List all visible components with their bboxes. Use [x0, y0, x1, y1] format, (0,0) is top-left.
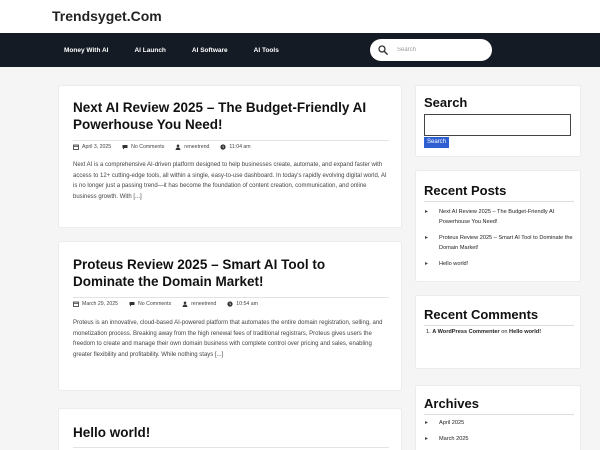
archive-link[interactable]: April 2025	[425, 418, 576, 428]
user-icon	[182, 301, 188, 307]
post-time: 10:54 am	[227, 301, 258, 307]
archives-list: April 2025 March 2025	[425, 418, 576, 450]
divider	[73, 297, 389, 298]
widget-title: Search	[424, 95, 468, 110]
comment-icon	[122, 145, 128, 150]
post-time: 11:04 am	[220, 144, 251, 150]
chevron-right-icon	[425, 434, 430, 444]
post-title[interactable]: Proteus Review 2025 – Smart AI Tool to D…	[73, 256, 373, 290]
user-icon	[175, 144, 181, 150]
archive-link[interactable]: March 2025	[425, 434, 576, 444]
chevron-right-icon	[425, 259, 430, 269]
sidebar-search-button[interactable]: Search	[424, 137, 450, 148]
post-title[interactable]: Next AI Review 2025 – The Budget-Friendl…	[73, 99, 391, 133]
chevron-right-icon	[425, 207, 430, 217]
divider	[424, 201, 574, 202]
post-meta: April 3, 2025 No Comments reneetrend 11:…	[73, 144, 262, 150]
header-search-input[interactable]	[397, 47, 487, 53]
divider	[424, 414, 574, 415]
recent-post-link[interactable]: Hello world!	[425, 259, 576, 269]
calendar-icon	[73, 144, 79, 150]
post-comments[interactable]: No Comments	[129, 301, 171, 307]
recent-comments-widget: Recent Comments 1. A WordPress Commenter…	[415, 295, 581, 369]
recent-post-link[interactable]: Next AI Review 2025 – The Budget-Friendl…	[425, 207, 576, 227]
nav-menu: Money With AI AI Launch AI Software AI T…	[64, 33, 305, 67]
recent-posts-list: Next AI Review 2025 – The Budget-Friendl…	[425, 207, 576, 275]
search-icon[interactable]	[378, 45, 388, 55]
post-title[interactable]: Hello world!	[73, 424, 373, 441]
recent-post-link[interactable]: Proteus Review 2025 – Smart AI Tool to D…	[425, 233, 576, 253]
post-date[interactable]: March 29, 2025	[73, 301, 118, 307]
divider	[73, 140, 389, 141]
nav-item-ai-tools[interactable]: AI Tools	[254, 47, 279, 54]
widget-title: Archives	[424, 396, 479, 411]
post-excerpt: Proteus is an innovative, cloud-based AI…	[73, 320, 383, 358]
site-header: Trendsyget.Com	[0, 0, 600, 33]
post-time-label: 11:04 am	[229, 144, 251, 150]
widget-title: Recent Posts	[424, 183, 507, 198]
header-search-box[interactable]	[370, 39, 492, 61]
nav-item-money-with-ai[interactable]: Money With AI	[64, 47, 108, 54]
post-card: Hello world!	[58, 408, 402, 450]
post-date-label: April 3, 2025	[82, 144, 112, 150]
nav-item-ai-launch[interactable]: AI Launch	[134, 47, 165, 54]
chevron-right-icon	[425, 418, 430, 428]
recent-posts-widget: Recent Posts Next AI Review 2025 – The B…	[415, 170, 581, 282]
chevron-right-icon	[425, 233, 430, 243]
widget-title: Recent Comments	[424, 307, 539, 322]
post-time-label: 10:54 am	[236, 301, 258, 307]
post-excerpt: Next AI is a comprehensive AI-driven pla…	[73, 162, 387, 200]
divider	[73, 447, 389, 448]
post-author[interactable]: reneetrend	[182, 301, 216, 307]
post-comments-label: No Comments	[131, 144, 165, 150]
post-comments-label: No Comments	[138, 301, 172, 307]
nav-item-ai-software[interactable]: AI Software	[192, 47, 228, 54]
comment-post-link[interactable]: Hello world!	[509, 329, 541, 335]
post-comments[interactable]: No Comments	[122, 144, 164, 150]
post-author[interactable]: reneetrend	[175, 144, 209, 150]
comment-icon	[129, 302, 135, 307]
comment-on-text: on	[501, 329, 508, 335]
recent-comment-item: 1. A WordPress Commenter on Hello world!	[426, 329, 541, 335]
post-author-label: reneetrend	[184, 144, 210, 150]
post-date[interactable]: April 3, 2025	[73, 144, 111, 150]
post-meta: March 29, 2025 No Comments reneetrend 10…	[73, 301, 269, 307]
recent-post-label: Hello world!	[439, 261, 469, 267]
main-navigation: Money With AI AI Launch AI Software AI T…	[0, 33, 600, 67]
recent-post-label: Next AI Review 2025 – The Budget-Friendl…	[439, 209, 555, 225]
divider	[424, 325, 574, 326]
recent-post-label: Proteus Review 2025 – Smart AI Tool to D…	[439, 235, 573, 251]
post-date-label: March 29, 2025	[82, 301, 119, 307]
post-author-label: reneetrend	[191, 301, 217, 307]
comment-number: 1.	[426, 329, 431, 335]
sidebar-search-input[interactable]	[424, 114, 571, 136]
post-card: Next AI Review 2025 – The Budget-Friendl…	[58, 85, 402, 228]
clock-icon	[220, 144, 226, 150]
search-widget: Search Search	[415, 85, 581, 157]
site-title[interactable]: Trendsyget.Com	[52, 8, 162, 24]
comment-author-link[interactable]: A WordPress Commenter	[432, 329, 499, 335]
post-card: Proteus Review 2025 – Smart AI Tool to D…	[58, 241, 402, 391]
clock-icon	[227, 301, 233, 307]
archives-widget: Archives April 2025 March 2025	[415, 385, 581, 450]
calendar-icon	[73, 301, 79, 307]
archive-label: April 2025	[439, 420, 465, 426]
archive-label: March 2025	[439, 436, 469, 442]
